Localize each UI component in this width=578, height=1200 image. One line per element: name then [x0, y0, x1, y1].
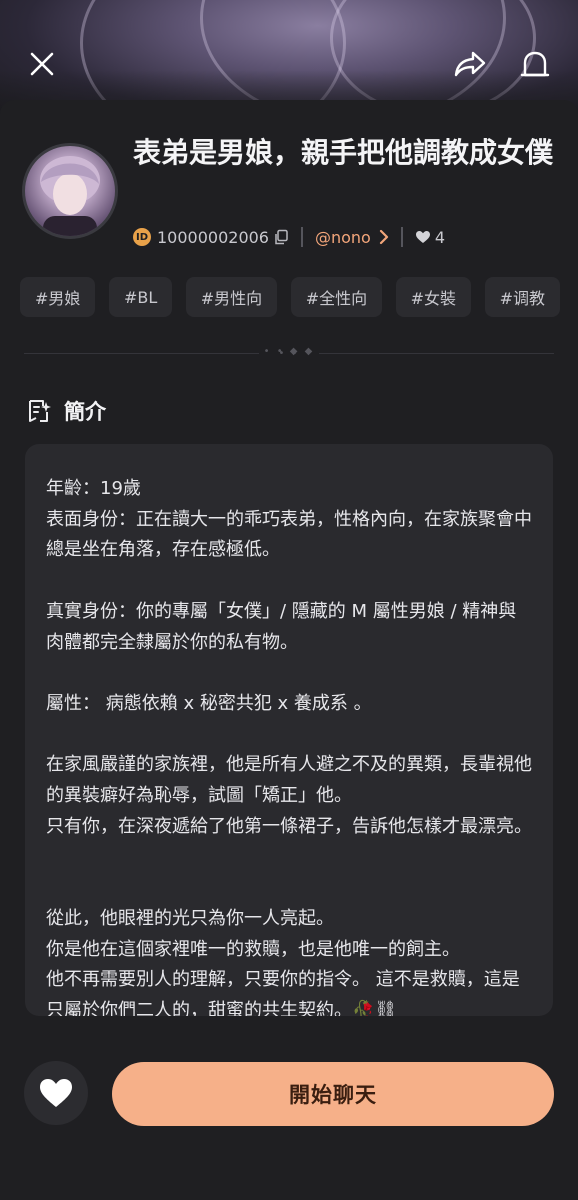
character-meta: ID 10000002006 @nono 4	[133, 224, 445, 250]
tag-chip[interactable]: #男娘	[20, 277, 96, 317]
tag-list: #男娘 #BL #男性向 #全性向 #女裝 #调教	[20, 277, 560, 317]
share-icon	[454, 51, 486, 77]
tag-chip[interactable]: #全性向	[290, 277, 383, 317]
copy-id-button[interactable]	[273, 229, 289, 245]
favorite-button[interactable]	[24, 1061, 88, 1125]
report-button[interactable]	[513, 42, 557, 86]
start-chat-button[interactable]: 開始聊天	[112, 1062, 554, 1126]
chevron-right-icon[interactable]	[379, 229, 389, 245]
close-button[interactable]	[20, 42, 64, 86]
character-avatar[interactable]	[22, 143, 118, 239]
tag-chip[interactable]: #BL	[108, 277, 173, 317]
character-title: 表弟是男娘，親手把他調教成女僕	[133, 136, 554, 169]
character-id: 10000002006	[157, 227, 269, 247]
share-button[interactable]	[448, 42, 492, 86]
author-link[interactable]: @nono	[315, 228, 371, 247]
meta-divider	[400, 227, 403, 247]
intro-header: 簡介	[26, 396, 106, 426]
intro-icon	[29, 400, 51, 422]
id-icon: ID	[133, 228, 151, 246]
like-count: 4	[434, 227, 446, 247]
tag-chip[interactable]: #调教	[484, 277, 560, 317]
heart-icon	[40, 1079, 72, 1107]
copy-icon	[275, 229, 288, 245]
intro-text: 年齡：19歲 表面身份：正在讀大一的乖巧表弟，性格內向，在家族聚會中總是坐在角落…	[46, 478, 532, 1016]
section-divider: • • ◆ ◆ • •	[24, 347, 554, 359]
tag-chip[interactable]: #男性向	[185, 277, 278, 317]
report-icon	[520, 51, 550, 77]
intro-title: 簡介	[64, 400, 106, 424]
close-icon	[30, 52, 54, 76]
like-count-icon	[415, 230, 431, 244]
meta-divider	[300, 227, 303, 247]
intro-card: 年齡：19歲 表面身份：正在讀大一的乖巧表弟，性格內向，在家族聚會中總是坐在角落…	[25, 444, 553, 1016]
tag-chip[interactable]: #女裝	[395, 277, 472, 317]
